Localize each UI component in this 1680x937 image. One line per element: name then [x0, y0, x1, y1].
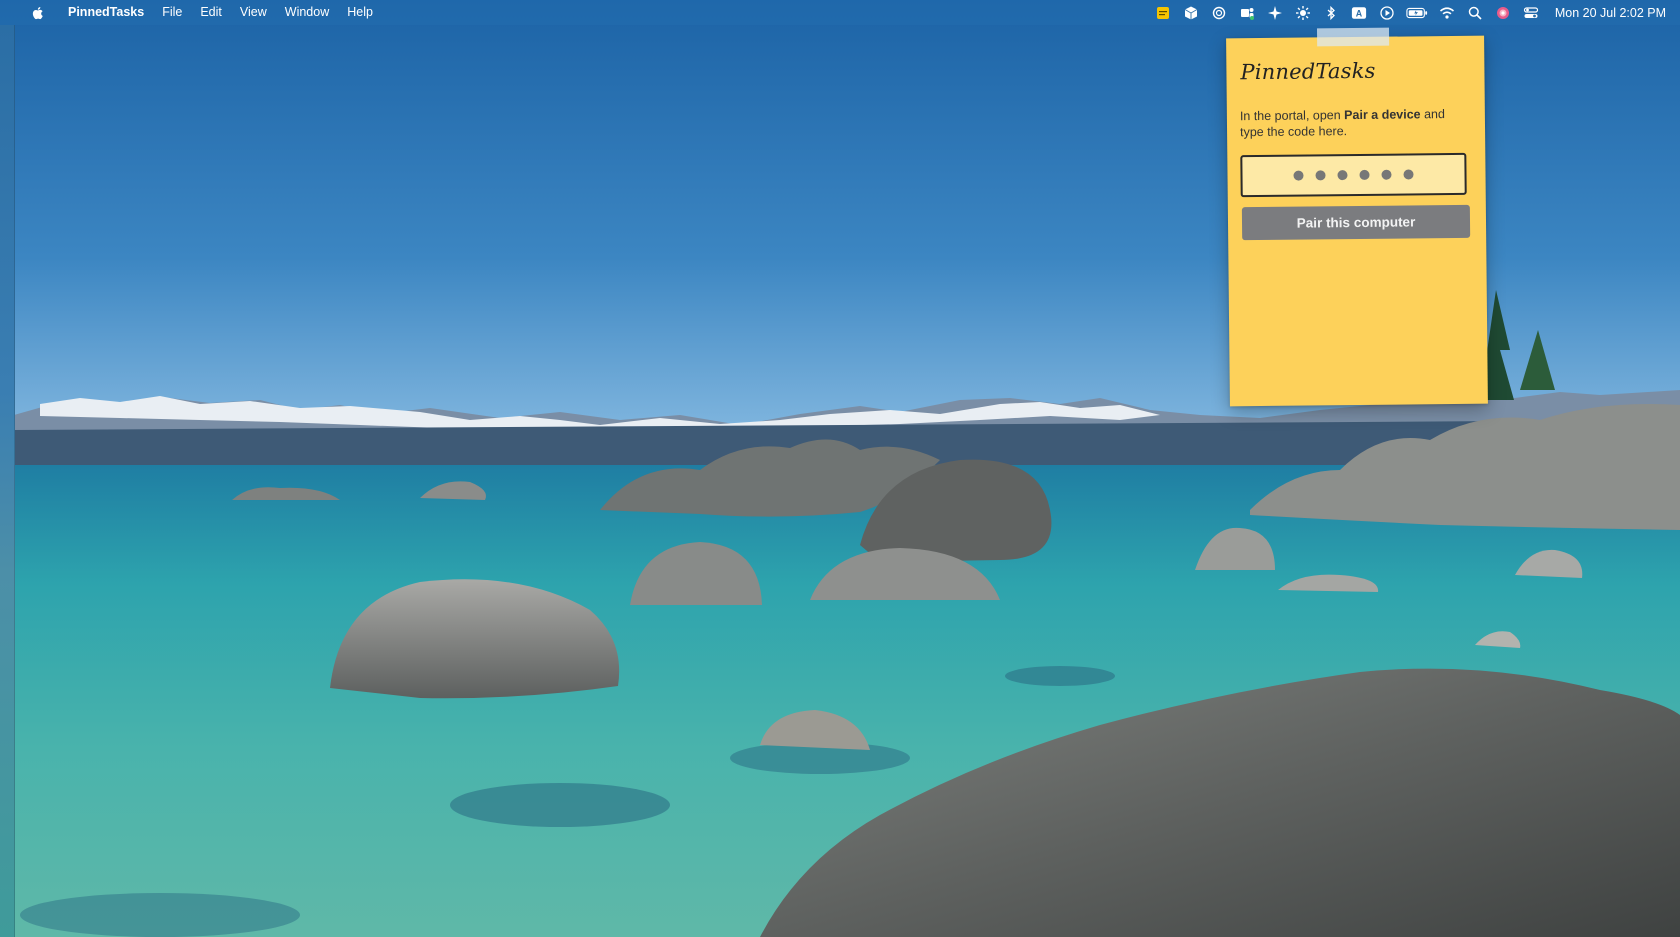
- adjacent-window-edge: [0, 25, 15, 937]
- menu-bar: PinnedTasks File Edit View Window Help A: [0, 0, 1680, 25]
- pinnedtasks-note-window: PinnedTasks In the portal, open Pair a d…: [1226, 27, 1488, 407]
- keyboard-input-letter: A: [1356, 8, 1363, 18]
- code-placeholder-dot: [1381, 169, 1392, 180]
- code-placeholder-dots: [1293, 169, 1414, 181]
- keyboard-input-icon[interactable]: A: [1349, 3, 1369, 23]
- siri-icon[interactable]: [1493, 3, 1513, 23]
- menu-view[interactable]: View: [231, 0, 276, 25]
- sparkle-icon[interactable]: [1265, 3, 1285, 23]
- menu-bar-clock[interactable]: Mon 20 Jul 2:02 PM: [1555, 6, 1666, 20]
- menu-file[interactable]: File: [153, 0, 191, 25]
- menu-help[interactable]: Help: [338, 0, 382, 25]
- play-icon[interactable]: [1377, 3, 1397, 23]
- package-icon[interactable]: [1181, 3, 1201, 23]
- note-title: PinnedTasks: [1240, 58, 1376, 85]
- pairing-instructions: In the portal, open Pair a device and ty…: [1240, 106, 1472, 140]
- control-center-icon[interactable]: [1521, 3, 1541, 23]
- menu-app-name[interactable]: PinnedTasks: [62, 0, 153, 25]
- openai-icon[interactable]: [1209, 3, 1229, 23]
- wifi-icon[interactable]: [1437, 3, 1457, 23]
- code-placeholder-dot: [1315, 170, 1326, 181]
- pair-this-computer-button[interactable]: Pair this computer: [1241, 204, 1471, 241]
- code-placeholder-dot: [1337, 170, 1348, 181]
- code-placeholder-dot: [1359, 169, 1370, 180]
- brightness-icon[interactable]: [1293, 3, 1313, 23]
- battery-icon[interactable]: [1405, 3, 1429, 23]
- bluetooth-icon[interactable]: [1321, 3, 1341, 23]
- search-icon[interactable]: [1465, 3, 1485, 23]
- menu-window[interactable]: Window: [276, 0, 338, 25]
- instructions-text-start: In the portal, open: [1239, 108, 1345, 124]
- instructions-pair-device: Pair a device: [1344, 107, 1421, 123]
- notes-icon[interactable]: [1153, 3, 1173, 23]
- menu-edit[interactable]: Edit: [191, 0, 231, 25]
- code-placeholder-dot: [1403, 169, 1414, 180]
- teams-icon[interactable]: [1237, 3, 1257, 23]
- code-placeholder-dot: [1293, 170, 1304, 181]
- menu-bar-status-area: A Mon 20 Jul 2:02 PM: [1149, 0, 1666, 25]
- apple-icon[interactable]: [30, 5, 46, 21]
- pairing-code-input[interactable]: [1240, 152, 1467, 198]
- tape-strip[interactable]: [1316, 27, 1390, 47]
